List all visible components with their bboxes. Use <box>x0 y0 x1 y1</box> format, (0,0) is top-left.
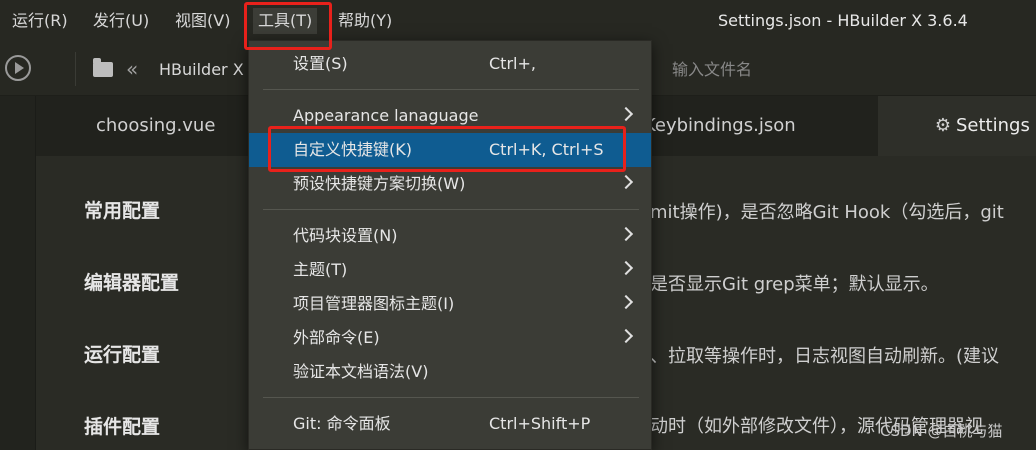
menu-item-theme[interactable]: 主题(T) <box>249 253 651 287</box>
menu-item-keymap-preset[interactable]: 预设快捷键方案切换(W) <box>249 167 651 201</box>
section-run-desc: 、拉取等操作时，日志视图自动刷新。(建议 <box>650 346 1000 367</box>
menu-item-label: 外部命令(E) <box>293 328 380 347</box>
menu-item-settings[interactable]: 设置(S) Ctrl+, <box>249 47 651 81</box>
menu-view[interactable]: 视图(V) <box>175 8 230 34</box>
tab-keybindings-json[interactable]: Keybindings.json <box>644 96 796 156</box>
menu-item-label: 代码块设置(N) <box>293 226 398 245</box>
menu-item-label: 项目管理器图标主题(I) <box>293 294 455 313</box>
menu-item-git-command-palette[interactable]: Git: 命令面板 Ctrl+Shift+P <box>249 407 651 441</box>
toolbar-divider <box>75 52 76 86</box>
section-editor-desc: 是否显示Git grep菜单；默认显示。 <box>650 274 939 295</box>
menu-item-external-commands[interactable]: 外部命令(E) <box>249 321 651 355</box>
submenu-arrow-icon <box>618 226 634 242</box>
section-editor[interactable]: 编辑器配置 <box>84 268 179 295</box>
tools-dropdown-menu: 设置(S) Ctrl+, Appearance lanaguage 自定义快捷键… <box>248 40 652 450</box>
watermark: CSDN @白桃与猫 <box>880 422 1003 440</box>
menu-separator <box>263 397 639 398</box>
menu-item-label: 预设快捷键方案切换(W) <box>293 174 466 193</box>
section-run[interactable]: 运行配置 <box>84 340 160 367</box>
menubar: 运行(R) 发行(U) 视图(V) 工具(T) 帮助(Y) Settings.j… <box>0 0 1036 42</box>
section-common[interactable]: 常用配置 <box>84 196 160 223</box>
menu-item-project-icon-theme[interactable]: 项目管理器图标主题(I) <box>249 287 651 321</box>
annotation-box-tools <box>244 2 332 50</box>
submenu-arrow-icon <box>618 328 634 344</box>
tab-settings-label: Settings <box>956 115 1030 136</box>
menu-separator <box>263 209 639 210</box>
menu-item-label: 验证本文档语法(V) <box>293 362 429 381</box>
activity-strip <box>0 96 36 450</box>
folder-icon[interactable] <box>93 58 113 77</box>
double-chevron-left-icon[interactable]: « <box>126 56 138 82</box>
menu-run[interactable]: 运行(R) <box>12 8 68 34</box>
menu-publish[interactable]: 发行(U) <box>93 8 149 34</box>
breadcrumb[interactable]: HBuilder X <box>159 57 244 83</box>
menu-item-shortcut: Ctrl+, <box>489 54 536 73</box>
window-title: Settings.json - HBuilder X 3.6.4 <box>718 11 968 30</box>
section-common-desc: mit操作)，是否忽略Git Hook（勾选后，git <box>650 202 1004 223</box>
tab-settings[interactable]: ⚙ Settings <box>878 96 1036 156</box>
menu-item-label: 主题(T) <box>293 260 348 279</box>
menu-item-label: Git: 命令面板 <box>293 414 391 433</box>
menu-separator <box>263 89 639 90</box>
submenu-arrow-icon <box>618 174 634 190</box>
menu-item-validate-syntax[interactable]: 验证本文档语法(V) <box>249 355 651 389</box>
file-search-input[interactable]: 输入文件名 <box>672 57 752 83</box>
submenu-arrow-icon <box>618 294 634 310</box>
run-circle-icon[interactable] <box>5 55 31 81</box>
menu-help[interactable]: 帮助(Y) <box>338 8 392 34</box>
menu-item-snippets[interactable]: 代码块设置(N) <box>249 219 651 253</box>
section-plugins[interactable]: 插件配置 <box>84 412 160 439</box>
submenu-arrow-icon <box>618 260 634 276</box>
menu-item-label: 设置(S) <box>293 54 348 73</box>
annotation-box-keybindings <box>268 126 626 172</box>
submenu-arrow-icon <box>618 106 634 122</box>
menu-item-shortcut: Ctrl+Shift+P <box>489 414 591 433</box>
gear-icon: ⚙ <box>934 115 952 136</box>
tab-choosing-vue[interactable]: choosing.vue <box>96 96 215 156</box>
